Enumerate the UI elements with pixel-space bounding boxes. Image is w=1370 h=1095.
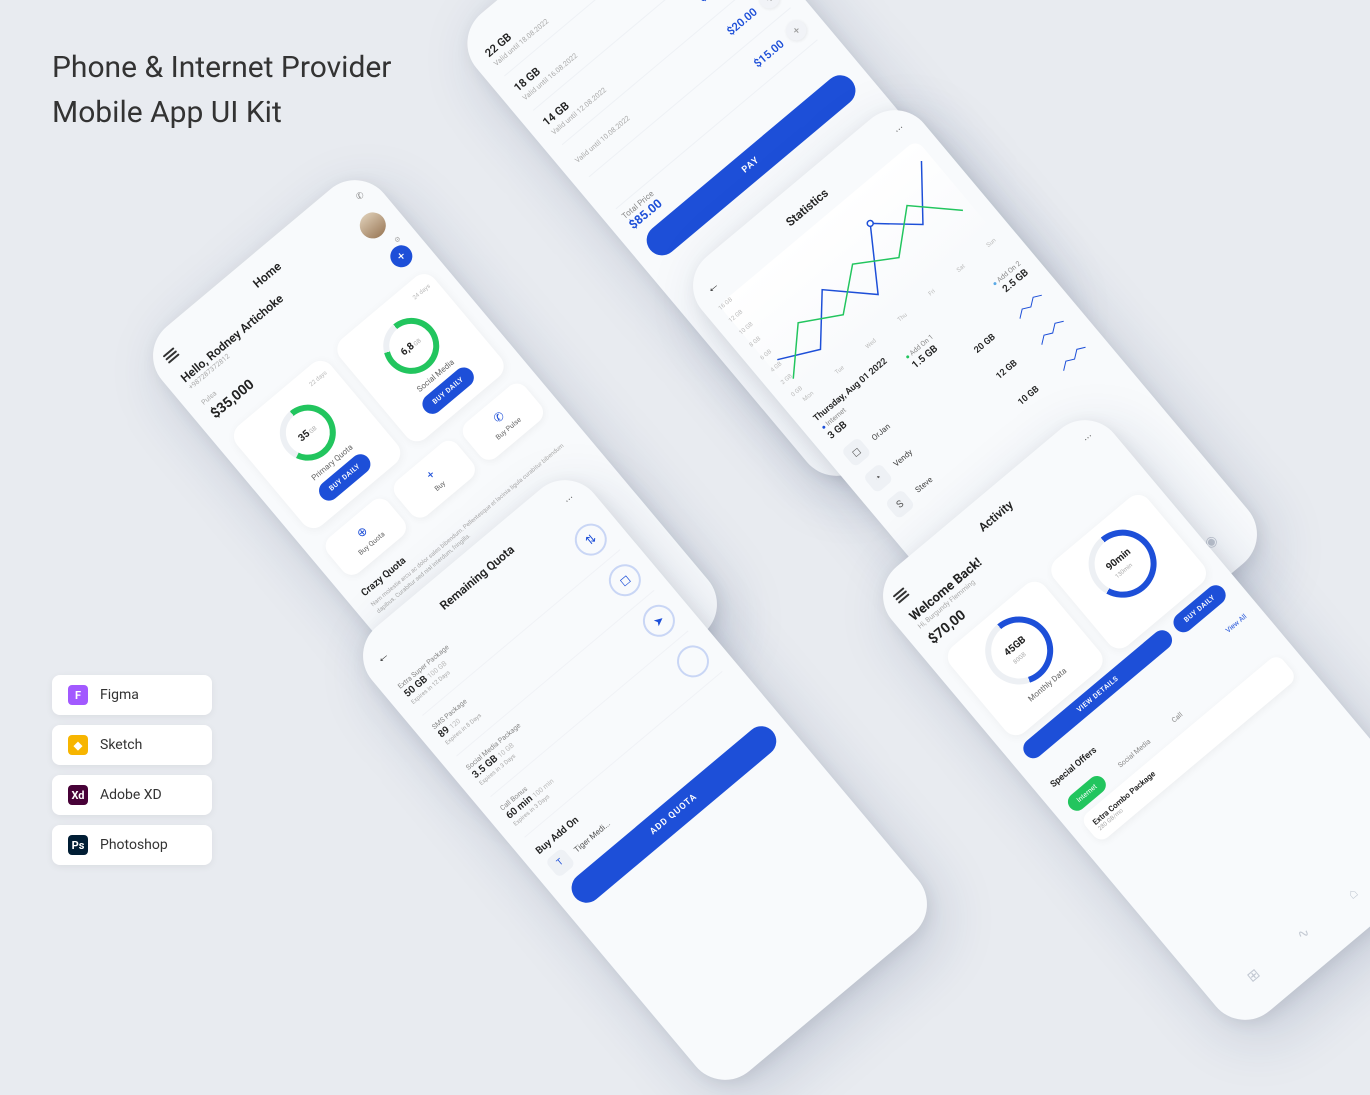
call-icon[interactable]: ✆ [354,190,366,203]
price-amount: $40.00 [696,0,732,5]
quota-value: 35GB [296,422,319,443]
ring-value: 45GB80GB [1002,634,1035,667]
price-amount: $20.00 [724,5,760,38]
provider-icon: T [545,847,576,878]
x-tick: Wed [864,337,878,350]
tile-icon: ✆ [491,409,508,426]
plus-icon[interactable]: + [782,16,811,45]
menu-icon[interactable] [163,347,180,364]
tool-name: Adobe XD [100,787,162,803]
tool-item: F Figma [52,675,212,715]
tool-icon: Xd [68,785,88,805]
tool-name: Figma [100,687,139,703]
nav-home-icon[interactable]: ⊞ [1244,966,1264,987]
quota-type-icon: ◻ [602,558,647,603]
friend-avatar: ◔ [863,463,894,494]
ring-sub: 80GB [1012,651,1028,666]
usage-ring: 90min130min [1074,516,1170,612]
more-icon[interactable]: ⋯ [893,121,908,136]
friend-avatar: ◻ [841,437,872,468]
more-icon[interactable]: ⋯ [563,491,578,506]
back-icon[interactable]: ← [371,646,393,668]
tool-icon: Ps [68,835,88,855]
x-tick: Mon [801,390,815,403]
tool-item: Xd Adobe XD [52,775,212,815]
x-tick: Sat [955,263,966,274]
tile-label: Buy [433,479,447,493]
x-tick: Tue [834,364,846,376]
avatar[interactable] [354,207,391,244]
friend-usage: 20 GB [973,319,1014,356]
buy-daily-button[interactable]: BUY DAILY [418,363,478,418]
quota-type-icon [670,639,715,684]
price-amount: $15.00 [751,37,787,70]
ring-value: 90min130min [1104,546,1140,581]
tool-item: Ps Photoshop [52,825,212,865]
ring-sub: 130min [1114,562,1134,580]
tool-name: Photoshop [100,837,168,853]
friend-avatar: S [885,489,916,520]
title-line-2: Mobile App UI Kit [52,90,391,135]
nav-shop-icon[interactable]: ⌂ [1344,884,1361,902]
x-tick: Thu [896,312,908,324]
marketing-title: Phone & Internet Provider Mobile App UI … [52,45,391,135]
friend-usage: 12 GB [994,345,1035,382]
days-left: 22 days [308,369,328,388]
tool-icon: ◆ [68,735,88,755]
more-icon[interactable]: ⋯ [1082,430,1097,445]
sparkline [1035,314,1072,348]
x-tick: Fri [927,288,937,298]
nav-activity-icon[interactable]: ∿ [1294,924,1314,945]
days-left: 24 days [411,283,431,302]
friend-usage: 10 GB [1016,371,1057,408]
plus-icon[interactable]: + [755,0,784,13]
title-line-1: Phone & Internet Provider [52,45,391,90]
tile-icon: ⊕ [354,523,371,540]
quota-value: 6,8GB [399,335,424,358]
buy-daily-button[interactable]: BUY DAILY [315,450,375,505]
tile-icon: + [423,467,437,482]
tool-icon: F [68,685,88,705]
x-tick: Sun [985,237,997,249]
sparkline [1057,340,1094,374]
view-all-link[interactable]: View All [1224,613,1248,635]
sparkline [1013,288,1050,322]
quota-type-icon: ➤ [636,598,681,643]
tool-item: ◆ Sketch [52,725,212,765]
quota-type-icon: ⇅ [568,517,613,562]
bottom-nav: ⊞ ∿ ⌂ ◉ [1217,817,1370,1011]
menu-icon[interactable] [893,587,910,604]
tool-name: Sketch [100,737,142,753]
design-tools-list: F Figma ◆ Sketch Xd Adobe XD Ps Photosho… [52,675,212,865]
chart-point [866,219,874,227]
back-icon[interactable]: ← [701,276,723,298]
